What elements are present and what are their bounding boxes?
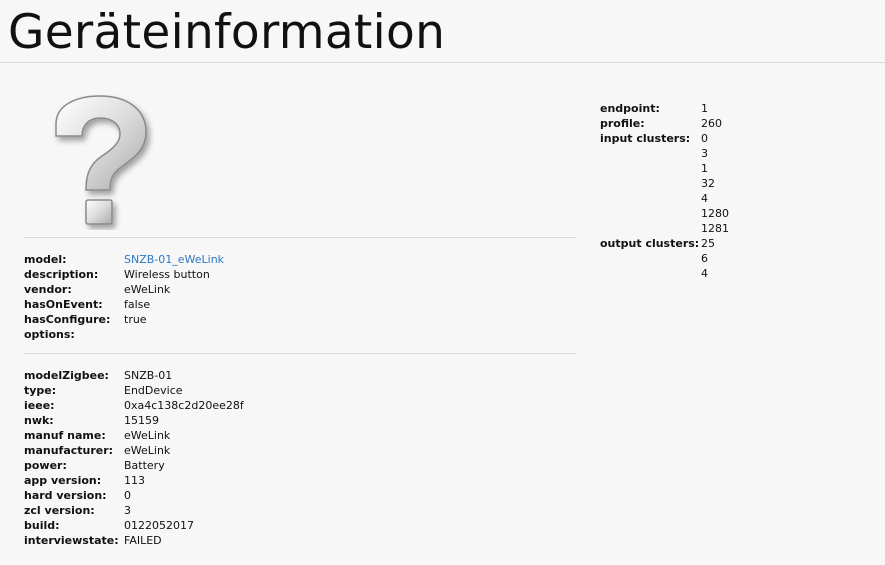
info-value: Wireless button (124, 268, 210, 281)
endpoint-value: 1 (701, 102, 708, 115)
info-value: EndDevice (124, 384, 183, 397)
endpoint-row: 1281 (600, 221, 729, 236)
info-value: 0xa4c138c2d20ee28f (124, 399, 244, 412)
endpoint-row: 6 (600, 251, 729, 266)
info-value: true (124, 313, 147, 326)
info-value: eWeLink (124, 444, 171, 457)
info-key: power: (24, 459, 67, 472)
endpoint-key (600, 221, 701, 236)
info-key: zcl version: (24, 504, 95, 517)
endpoint-value: 260 (701, 117, 722, 130)
endpoint-value: 25 (701, 237, 715, 250)
info-key: vendor: (24, 283, 72, 296)
endpoint-key (600, 206, 701, 221)
info-key: manufacturer: (24, 444, 114, 457)
info-row-hasconfigure: hasConfigure: true (24, 312, 224, 327)
info-row-hasonevent: hasOnEvent: false (24, 297, 224, 312)
section-divider (24, 237, 576, 238)
info-key: model: (24, 253, 67, 266)
endpoint-row: 4 (600, 191, 729, 206)
info-value: 0 (124, 489, 131, 502)
endpoint-key: endpoint: (600, 102, 660, 115)
info-row-manufacturer: manufacturer: eWeLink (24, 443, 244, 458)
model-link[interactable]: SNZB-01_eWeLink (124, 252, 224, 267)
info-value: Battery (124, 459, 165, 472)
info-value: FAILED (124, 534, 162, 547)
endpoint-key (600, 266, 701, 281)
endpoint-value: 1281 (701, 222, 729, 235)
info-row-description: description: Wireless button (24, 267, 224, 282)
zigbee-info-list: modelZigbee: SNZB-01 type: EndDevice iee… (24, 368, 244, 548)
endpoint-value: 1 (701, 162, 708, 175)
info-row-nwk: nwk: 15159 (24, 413, 244, 428)
info-row-model: model: SNZB-01_eWeLink (24, 252, 224, 267)
endpoint-value: 6 (701, 252, 708, 265)
info-row-app-version: app version: 113 (24, 473, 244, 488)
endpoint-row: endpoint: 1 (600, 101, 729, 116)
info-key: interviewstate: (24, 534, 119, 547)
info-row-manuf-name: manuf name: eWeLink (24, 428, 244, 443)
info-row-vendor: vendor: eWeLink (24, 282, 224, 297)
endpoint-value: 4 (701, 192, 708, 205)
info-value: 3 (124, 504, 131, 517)
endpoint-key (600, 251, 701, 266)
endpoint-key: input clusters: (600, 132, 691, 145)
page-title: Geräteinformation (8, 5, 446, 60)
endpoint-row: 1280 (600, 206, 729, 221)
info-value: 15159 (124, 414, 159, 427)
info-key: build: (24, 519, 60, 532)
info-value: 0122052017 (124, 519, 194, 532)
endpoint-row: 4 (600, 266, 729, 281)
question-mark-icon (48, 94, 160, 230)
endpoint-info-list: endpoint: 1 profile: 260 input clusters:… (600, 101, 729, 281)
info-key: options: (24, 328, 75, 341)
endpoint-row: output clusters: 25 (600, 236, 729, 251)
endpoint-value: 0 (701, 132, 708, 145)
info-key: manuf name: (24, 429, 106, 442)
endpoint-row: 3 (600, 146, 729, 161)
info-key: modelZigbee: (24, 369, 109, 382)
info-key: ieee: (24, 399, 55, 412)
section-divider (24, 353, 576, 354)
info-key: type: (24, 384, 57, 397)
endpoint-key (600, 191, 701, 206)
endpoint-row: 32 (600, 176, 729, 191)
info-value: 113 (124, 474, 145, 487)
info-row-modelzigbee: modelZigbee: SNZB-01 (24, 368, 244, 383)
endpoint-value: 1280 (701, 207, 729, 220)
info-row-hard-version: hard version: 0 (24, 488, 244, 503)
info-value: eWeLink (124, 429, 171, 442)
info-key: hasConfigure: (24, 313, 111, 326)
endpoint-value: 32 (701, 177, 715, 190)
endpoint-row: 1 (600, 161, 729, 176)
endpoint-key (600, 146, 701, 161)
info-row-build: build: 0122052017 (24, 518, 244, 533)
endpoint-key: output clusters: (600, 237, 700, 250)
endpoint-value: 3 (701, 147, 708, 160)
info-row-options: options: (24, 327, 224, 342)
info-row-interviewstate: interviewstate: FAILED (24, 533, 244, 548)
endpoint-key (600, 161, 701, 176)
page-header: Geräteinformation (0, 0, 885, 63)
model-info-list: model: SNZB-01_eWeLink description: Wire… (24, 252, 224, 342)
endpoint-key (600, 176, 701, 191)
info-value: SNZB-01 (124, 369, 173, 382)
info-key: hard version: (24, 489, 107, 502)
info-key: nwk: (24, 414, 54, 427)
info-value: eWeLink (124, 283, 171, 296)
endpoint-row: input clusters: 0 (600, 131, 729, 146)
info-key: hasOnEvent: (24, 298, 103, 311)
info-row-ieee: ieee: 0xa4c138c2d20ee28f (24, 398, 244, 413)
endpoint-key: profile: (600, 117, 645, 130)
info-row-type: type: EndDevice (24, 383, 244, 398)
endpoint-value: 4 (701, 267, 708, 280)
info-row-zcl-version: zcl version: 3 (24, 503, 244, 518)
info-row-power: power: Battery (24, 458, 244, 473)
info-value: false (124, 298, 151, 311)
info-key: description: (24, 268, 99, 281)
endpoint-row: profile: 260 (600, 116, 729, 131)
info-key: app version: (24, 474, 102, 487)
